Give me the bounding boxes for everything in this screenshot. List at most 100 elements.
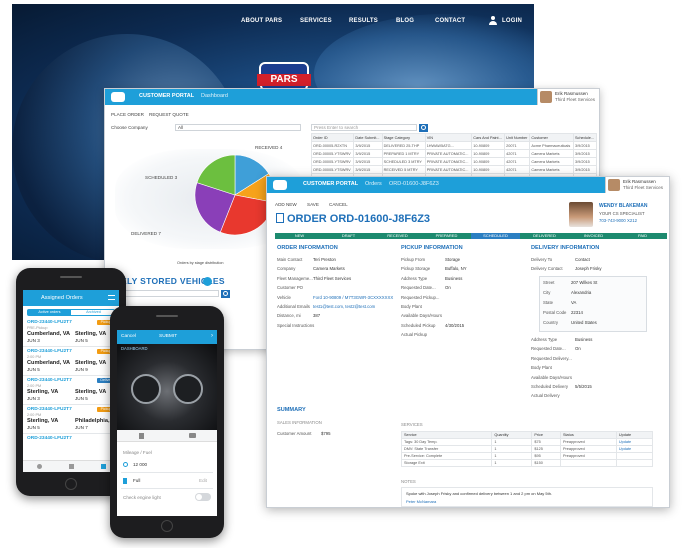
field-value[interactable]: Buffalo, NY	[445, 266, 467, 271]
user-menu[interactable]: Erik Rasmussen Third Fleet Services	[537, 89, 599, 105]
customer-amount-value: $795	[321, 431, 331, 436]
tab-active-orders[interactable]: Active orders	[28, 310, 71, 315]
column-header[interactable]: VIN	[424, 133, 473, 142]
breadcrumb-orders[interactable]: Orders	[365, 181, 382, 187]
request-quote-button[interactable]: REQUEST QUOTE	[149, 112, 189, 117]
place-order-button[interactable]: PLACE ORDER	[111, 112, 144, 117]
document-icon	[276, 213, 284, 223]
column-header[interactable]: Order ID	[310, 133, 355, 142]
order-id[interactable]: ORD-23440-LFU2T7	[27, 378, 72, 383]
cancel-button[interactable]: CANCEL	[329, 202, 348, 207]
user-icon[interactable]	[489, 16, 497, 25]
order-id[interactable]: ORD-23440-LFU2T7	[27, 320, 72, 325]
column-header[interactable]: Stage Category	[381, 133, 426, 142]
field-value[interactable]: Third Fleet Services	[313, 276, 351, 281]
field-value[interactable]: United States	[571, 320, 597, 325]
field-value[interactable]: 5/5/2015	[575, 384, 592, 389]
field-value[interactable]: Business	[575, 337, 592, 342]
order-id[interactable]: ORD-23440-LFU2T7	[27, 436, 72, 441]
table-cell: PRIVATE AUTOMATIC...	[424, 149, 473, 158]
field-value[interactable]: VA	[571, 300, 576, 305]
service-column-header: Update	[615, 431, 654, 439]
field-value[interactable]: test1@test.com, test2@test.com	[313, 304, 375, 309]
column-header[interactable]: Cars And Paint...	[471, 133, 506, 142]
field-value[interactable]: On	[445, 285, 451, 290]
nav-about[interactable]: ABOUT PARS	[241, 18, 282, 24]
delivery-info-heading: DELIVERY INFORMATION	[531, 245, 600, 251]
tab-archived[interactable]: Archived	[72, 310, 115, 315]
table-cell: 10-90809	[471, 141, 506, 150]
nav-contact[interactable]: CONTACT	[435, 18, 465, 24]
field-label: Pickup Storage	[401, 266, 431, 272]
field-label: Available Days/Hours	[401, 313, 442, 319]
vehicles-search-icon[interactable]	[221, 290, 230, 298]
tabbar-map-icon[interactable]	[37, 464, 42, 469]
field-value[interactable]: Storage	[445, 257, 460, 262]
table-row[interactable]: ORD-00005-YTSWRV 3/9/2015 PREPARED 1 MTRY P…	[310, 149, 597, 158]
phone-cancel-button[interactable]: Cancel	[121, 334, 136, 339]
company-select[interactable]: All	[175, 124, 301, 131]
field-value[interactable]: Camera Markets	[313, 266, 345, 271]
order-id[interactable]: ORD-23440-LFU2T7	[27, 349, 72, 354]
table-row[interactable]: ORD-00005-YTSWRV 3/9/2015 RECEIVED 5 MTRY P…	[310, 165, 597, 174]
column-header[interactable]: Schedule...	[573, 133, 597, 142]
field-value[interactable]: Contact	[575, 257, 590, 262]
chevron-right-icon[interactable]: ›	[211, 333, 213, 339]
search-input[interactable]: Press Enter to search	[311, 124, 417, 131]
field-label: Vehicle	[277, 294, 291, 300]
order-sub: PRE-Pickup	[27, 326, 48, 330]
fuel-edit[interactable]: Edit	[199, 478, 207, 483]
breadcrumb-dashboard[interactable]: Dashboard	[201, 93, 228, 99]
field-value[interactable]: Joseph Frisky	[575, 266, 602, 271]
column-header[interactable]: Customer	[529, 133, 575, 142]
vehicles-search-input[interactable]	[123, 290, 219, 297]
orders-tabs: Active orders Archived	[27, 309, 115, 316]
service-row: Tags: 30 Day Temp. 1 $75 Preapproved Update	[400, 438, 654, 446]
field-label: Delivery To	[531, 257, 553, 262]
field-value[interactable]: Teri Preston	[313, 257, 336, 262]
service-cell: Preapproved	[559, 445, 617, 453]
camera-icon[interactable]	[189, 433, 196, 438]
field-value[interactable]: 22314	[571, 310, 583, 315]
field-value[interactable]: 207 Wilkes St	[571, 280, 597, 285]
order-user-menu[interactable]: Erik Rasmussen Third Fleet Services	[605, 177, 669, 193]
update-link[interactable]: Update	[615, 445, 654, 453]
search-placeholder: Press Enter to search	[314, 125, 359, 130]
table-row[interactable]: ORD-00005-R2XTN 3/9/2015 DELIVERED 25-THP 1…	[310, 141, 597, 150]
field-value[interactable]: Alexandria	[571, 290, 591, 295]
field-value[interactable]: 4/30/2015	[445, 323, 464, 328]
tabbar-profile-icon[interactable]	[101, 464, 106, 469]
menu-icon[interactable]	[108, 295, 115, 300]
check-engine-toggle[interactable]	[195, 493, 211, 501]
add-new-button[interactable]: ADD NEW	[275, 202, 297, 207]
field-label: Body Plant	[531, 365, 552, 371]
nav-login[interactable]: LOGIN	[502, 18, 522, 24]
to-date: JUN 9	[75, 367, 88, 372]
search-icon[interactable]	[419, 124, 428, 132]
table-row[interactable]: ORD-00005-YTSWRV 3/9/2015 SCHEDULED 3 MTRY…	[310, 157, 597, 166]
trash-icon[interactable]	[139, 433, 144, 439]
nav-results[interactable]: RESULTS	[349, 18, 378, 24]
field-label: Available Days/Hours	[531, 374, 572, 380]
stage-invoiced: INVOICED	[583, 233, 604, 238]
order-id[interactable]: ORD-23440-LFU2T7	[27, 407, 72, 412]
update-link[interactable]	[615, 452, 654, 460]
column-header[interactable]: Date Submit...	[353, 133, 383, 142]
service-cell: 1	[491, 452, 533, 460]
column-header[interactable]: Unit Number	[504, 133, 531, 142]
fuel-value[interactable]: Full	[133, 478, 140, 483]
field-value[interactable]: 387	[313, 313, 320, 318]
update-link[interactable]: Update	[615, 438, 654, 446]
save-button[interactable]: SAVE	[307, 202, 319, 207]
mileage-value[interactable]: 12 000	[133, 462, 147, 467]
nav-services[interactable]: SERVICES	[300, 18, 332, 24]
field-value[interactable]: Business	[445, 276, 462, 281]
update-link[interactable]	[615, 459, 654, 467]
tabbar-list-icon[interactable]	[69, 464, 74, 469]
field-value[interactable]: On	[575, 346, 581, 351]
service-row: Pre-Service: Complete 1 $95 Preapproved	[400, 452, 654, 460]
nav-blog[interactable]: BLOG	[396, 18, 414, 24]
field-value[interactable]: Ford 10-90809 / M7T3GWR-3CXXXXXXX	[313, 295, 393, 300]
rep-phone[interactable]: 703-743-9000 X212	[599, 218, 637, 223]
table-cell: 3/9/2015	[573, 141, 597, 150]
